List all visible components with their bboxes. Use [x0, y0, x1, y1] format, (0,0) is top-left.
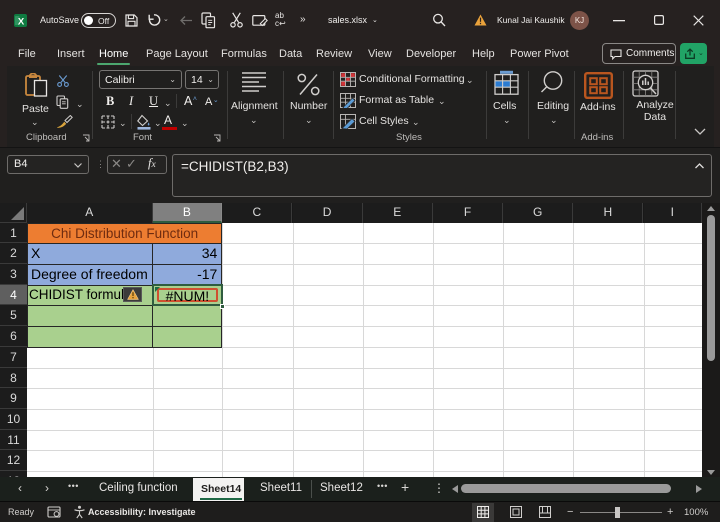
svg-text:X: X [18, 16, 25, 27]
